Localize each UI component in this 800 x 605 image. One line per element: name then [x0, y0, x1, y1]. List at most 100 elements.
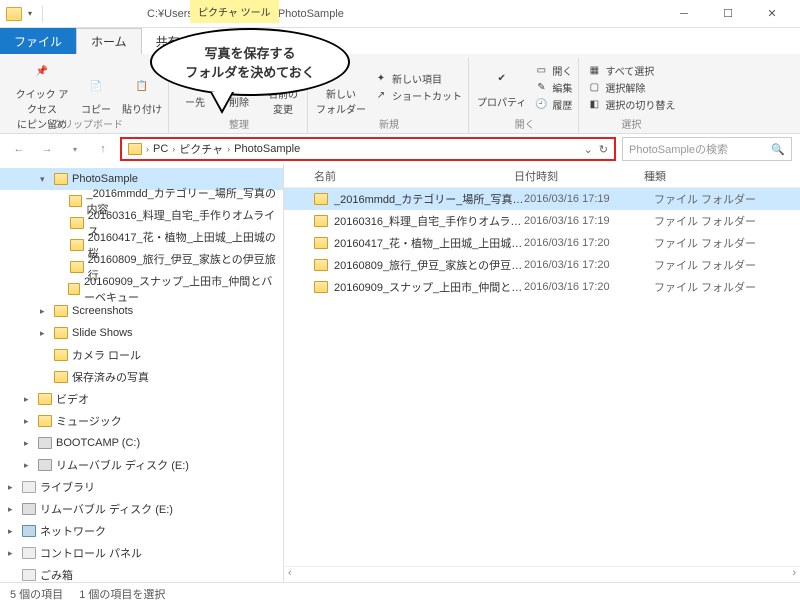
breadcrumb-current[interactable]: PhotoSample: [234, 143, 300, 155]
tree-item[interactable]: ▸リムーバブル ディスク (E:): [0, 454, 283, 476]
tree-item-label: ビデオ: [56, 391, 89, 407]
file-row[interactable]: _2016mmdd_カテゴリー_場所_写真の内容2016/03/16 17:19…: [284, 188, 800, 210]
tree-item-label: リムーバブル ディスク (E:): [40, 501, 173, 517]
edit-icon: ✎: [534, 80, 548, 94]
file-row[interactable]: 20160316_料理_自宅_手作りオムライス2016/03/16 17:19フ…: [284, 210, 800, 232]
select-all-button[interactable]: ▦すべて選択: [587, 63, 675, 78]
callout-line1: 写真を保存する: [204, 43, 295, 62]
drive-icon: [38, 437, 52, 449]
folder-icon: [54, 327, 68, 339]
tree-item[interactable]: ▸ リムーバブル ディスク (E:): [0, 498, 283, 520]
properties-button[interactable]: ✔プロパティ: [477, 66, 526, 109]
column-headers[interactable]: 名前 日付時刻 種類: [284, 164, 800, 188]
select-none-button[interactable]: ▢選択解除: [587, 80, 675, 95]
file-date: 2016/03/16 17:19: [524, 193, 654, 205]
close-button[interactable]: ✕: [750, 0, 794, 28]
caret-icon[interactable]: ▸: [40, 306, 50, 317]
back-button[interactable]: ←: [8, 138, 30, 160]
group-organize-label: 整理: [229, 116, 249, 133]
edit-button[interactable]: ✎編集: [534, 80, 572, 95]
history-icon: 🕘: [534, 97, 548, 111]
file-type: ファイル フォルダー: [654, 279, 800, 295]
up-button[interactable]: ↑: [92, 138, 114, 160]
breadcrumb-pictures[interactable]: ピクチャ: [179, 141, 223, 157]
file-name: 20160809_旅行_伊豆_家族との伊豆旅行: [334, 257, 524, 273]
navigation-tree[interactable]: ▾PhotoSample_2016mmdd_カテゴリー_場所_写真の内容2016…: [0, 164, 284, 582]
tree-item[interactable]: カメラ ロール: [0, 344, 283, 366]
forward-button[interactable]: →: [36, 138, 58, 160]
address-dropdown-icon[interactable]: ⌄: [584, 143, 593, 156]
column-name[interactable]: 名前: [284, 168, 514, 184]
caret-icon[interactable]: ▸: [24, 394, 34, 405]
tree-item[interactable]: ▸コントロール パネル: [0, 542, 283, 564]
file-row[interactable]: 20160417_花・植物_上田城_上田城の桜2016/03/16 17:20フ…: [284, 232, 800, 254]
file-date: 2016/03/16 17:20: [524, 259, 654, 271]
chevron-right-icon[interactable]: ›: [146, 144, 149, 154]
new-item-button[interactable]: ✦新しい項目: [374, 71, 462, 86]
ribbon: 📌クイック アクセス にピン留め 📄コピー 📋貼り付け クリップボード 📁ー先 …: [0, 54, 800, 134]
folder-icon: [54, 173, 68, 185]
group-clipboard-label: クリップボード: [53, 116, 123, 133]
chevron-right-icon[interactable]: ›: [172, 144, 175, 154]
file-row[interactable]: 20160809_旅行_伊豆_家族との伊豆旅行2016/03/16 17:20フ…: [284, 254, 800, 276]
caret-icon[interactable]: ▸: [8, 482, 18, 493]
tree-item[interactable]: ▸ミュージック: [0, 410, 283, 432]
tree-item[interactable]: ▸ ライブラリ: [0, 476, 283, 498]
folder-icon: [38, 393, 52, 405]
invert-selection-button[interactable]: ◧選択の切り替え: [587, 97, 675, 112]
file-type: ファイル フォルダー: [654, 191, 800, 207]
address-bar[interactable]: › PC › ピクチャ › PhotoSample ⌄ ↻: [120, 137, 616, 161]
folder-icon: [70, 217, 84, 229]
column-date[interactable]: 日付時刻: [514, 168, 644, 184]
tab-file[interactable]: ファイル: [0, 28, 76, 54]
open-button[interactable]: ▭開く: [534, 63, 572, 78]
breadcrumb-pc[interactable]: PC: [153, 143, 168, 155]
column-type[interactable]: 種類: [644, 168, 800, 184]
recent-dropdown[interactable]: ▾: [64, 138, 86, 160]
copy-button[interactable]: 📄コピー: [78, 73, 114, 116]
group-new-label: 新規: [379, 116, 399, 133]
tree-item-label: 保存済みの写真: [72, 369, 149, 385]
caret-icon[interactable]: ▸: [24, 416, 34, 427]
caret-icon[interactable]: ▸: [24, 460, 34, 471]
search-icon: 🔍: [771, 143, 785, 156]
caret-icon[interactable]: ▸: [8, 504, 18, 515]
minimize-button[interactable]: ─: [662, 0, 706, 28]
caret-icon[interactable]: ▸: [24, 438, 34, 449]
tree-item-label: ライブラリ: [40, 479, 95, 495]
callout-line2: フォルダを決めておく: [185, 62, 315, 81]
tree-item[interactable]: ▸Slide Shows: [0, 322, 283, 344]
folder-icon: [314, 193, 328, 205]
tree-item[interactable]: 20160909_スナップ_上田市_仲間とバーベキュー: [0, 278, 283, 300]
file-list[interactable]: _2016mmdd_カテゴリー_場所_写真の内容2016/03/16 17:19…: [284, 188, 800, 566]
history-button[interactable]: 🕘履歴: [534, 97, 572, 112]
chevron-right-icon[interactable]: ›: [227, 144, 230, 154]
file-name: _2016mmdd_カテゴリー_場所_写真の内容: [334, 191, 524, 207]
folder-icon: [70, 239, 84, 251]
search-input[interactable]: PhotoSampleの検索 🔍: [622, 137, 792, 161]
caret-icon[interactable]: ▸: [40, 328, 50, 339]
tree-item[interactable]: ▸BOOTCAMP (C:): [0, 432, 283, 454]
tab-home[interactable]: ホーム: [76, 28, 142, 54]
tree-item[interactable]: ▸ネットワーク: [0, 520, 283, 542]
open-icon: ▭: [534, 63, 548, 77]
caret-icon[interactable]: ▸: [8, 548, 18, 559]
refresh-button[interactable]: ↻: [599, 143, 608, 156]
qat-dropdown-icon[interactable]: ▾: [28, 9, 32, 18]
tree-item[interactable]: ごみ箱: [0, 564, 283, 582]
folder-icon: [128, 143, 142, 155]
scroll-left-icon[interactable]: ‹: [288, 567, 292, 582]
easy-access-button[interactable]: ↗ショートカット: [374, 88, 462, 103]
file-row[interactable]: 20160909_スナップ_上田市_仲間とバーベキュー2016/03/16 17…: [284, 276, 800, 298]
horizontal-scrollbar[interactable]: ‹ ›: [284, 566, 800, 582]
maximize-button[interactable]: ☐: [706, 0, 750, 28]
folder-icon: [314, 237, 328, 249]
scroll-right-icon[interactable]: ›: [792, 567, 796, 582]
folder-icon: [68, 283, 80, 295]
caret-icon[interactable]: ▾: [40, 174, 50, 185]
contextual-tab-label[interactable]: ピクチャ ツール: [190, 0, 279, 23]
caret-icon[interactable]: ▸: [8, 526, 18, 537]
select-all-icon: ▦: [587, 63, 601, 77]
tree-item[interactable]: 保存済みの写真: [0, 366, 283, 388]
tree-item[interactable]: ▸ ビデオ: [0, 388, 283, 410]
